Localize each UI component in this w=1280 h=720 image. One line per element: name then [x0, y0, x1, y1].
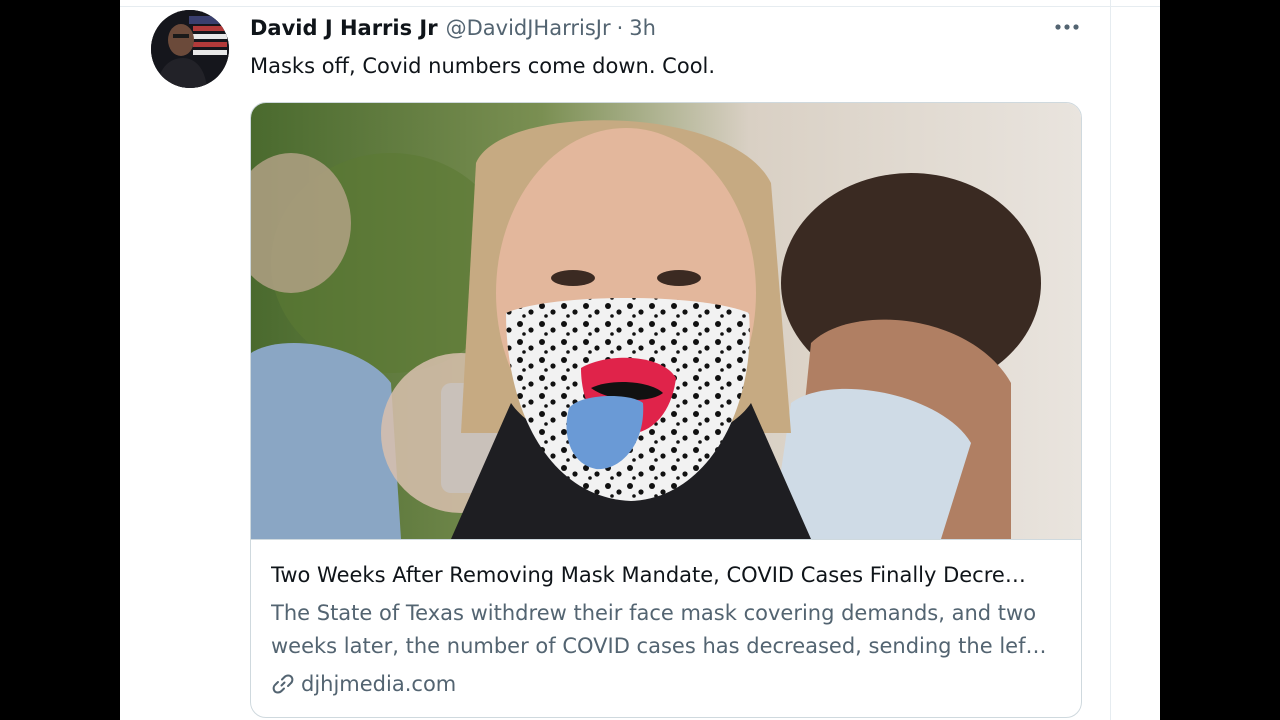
separator-dot: ·	[616, 16, 624, 40]
more-options-button[interactable]	[1050, 13, 1084, 41]
author-name[interactable]: David J Harris Jr	[250, 16, 438, 40]
card-description: The State of Texas withdrew their face m…	[271, 597, 1071, 663]
avatar[interactable]	[151, 10, 229, 88]
card-title: Two Weeks After Removing Mask Mandate, C…	[271, 563, 1026, 587]
link-card[interactable]: Two Weeks After Removing Mask Mandate, C…	[250, 102, 1082, 718]
timestamp[interactable]: 3h	[629, 16, 656, 40]
column-border	[1110, 0, 1111, 720]
tweet-container: David J Harris Jr @DavidJHarrisJr · 3h M…	[120, 0, 1160, 720]
card-description-line: The State of Texas withdrew their face m…	[271, 601, 1037, 625]
card-domain-text: djhjmedia.com	[301, 672, 457, 696]
link-icon	[271, 672, 295, 696]
tweet-text: Masks off, Covid numbers come down. Cool…	[250, 54, 716, 78]
card-description-line: weeks later, the number of COVID cases h…	[271, 634, 1047, 658]
author-handle[interactable]: @DavidJHarrisJr	[446, 16, 611, 40]
avatar-photo	[151, 10, 229, 88]
card-image[interactable]	[251, 103, 1081, 540]
divider	[120, 6, 1160, 7]
tweet-header: David J Harris Jr @DavidJHarrisJr · 3h	[250, 14, 656, 42]
more-horizontal-icon	[1055, 24, 1079, 30]
card-photo	[251, 103, 1081, 539]
card-domain[interactable]: djhjmedia.com	[271, 669, 456, 699]
